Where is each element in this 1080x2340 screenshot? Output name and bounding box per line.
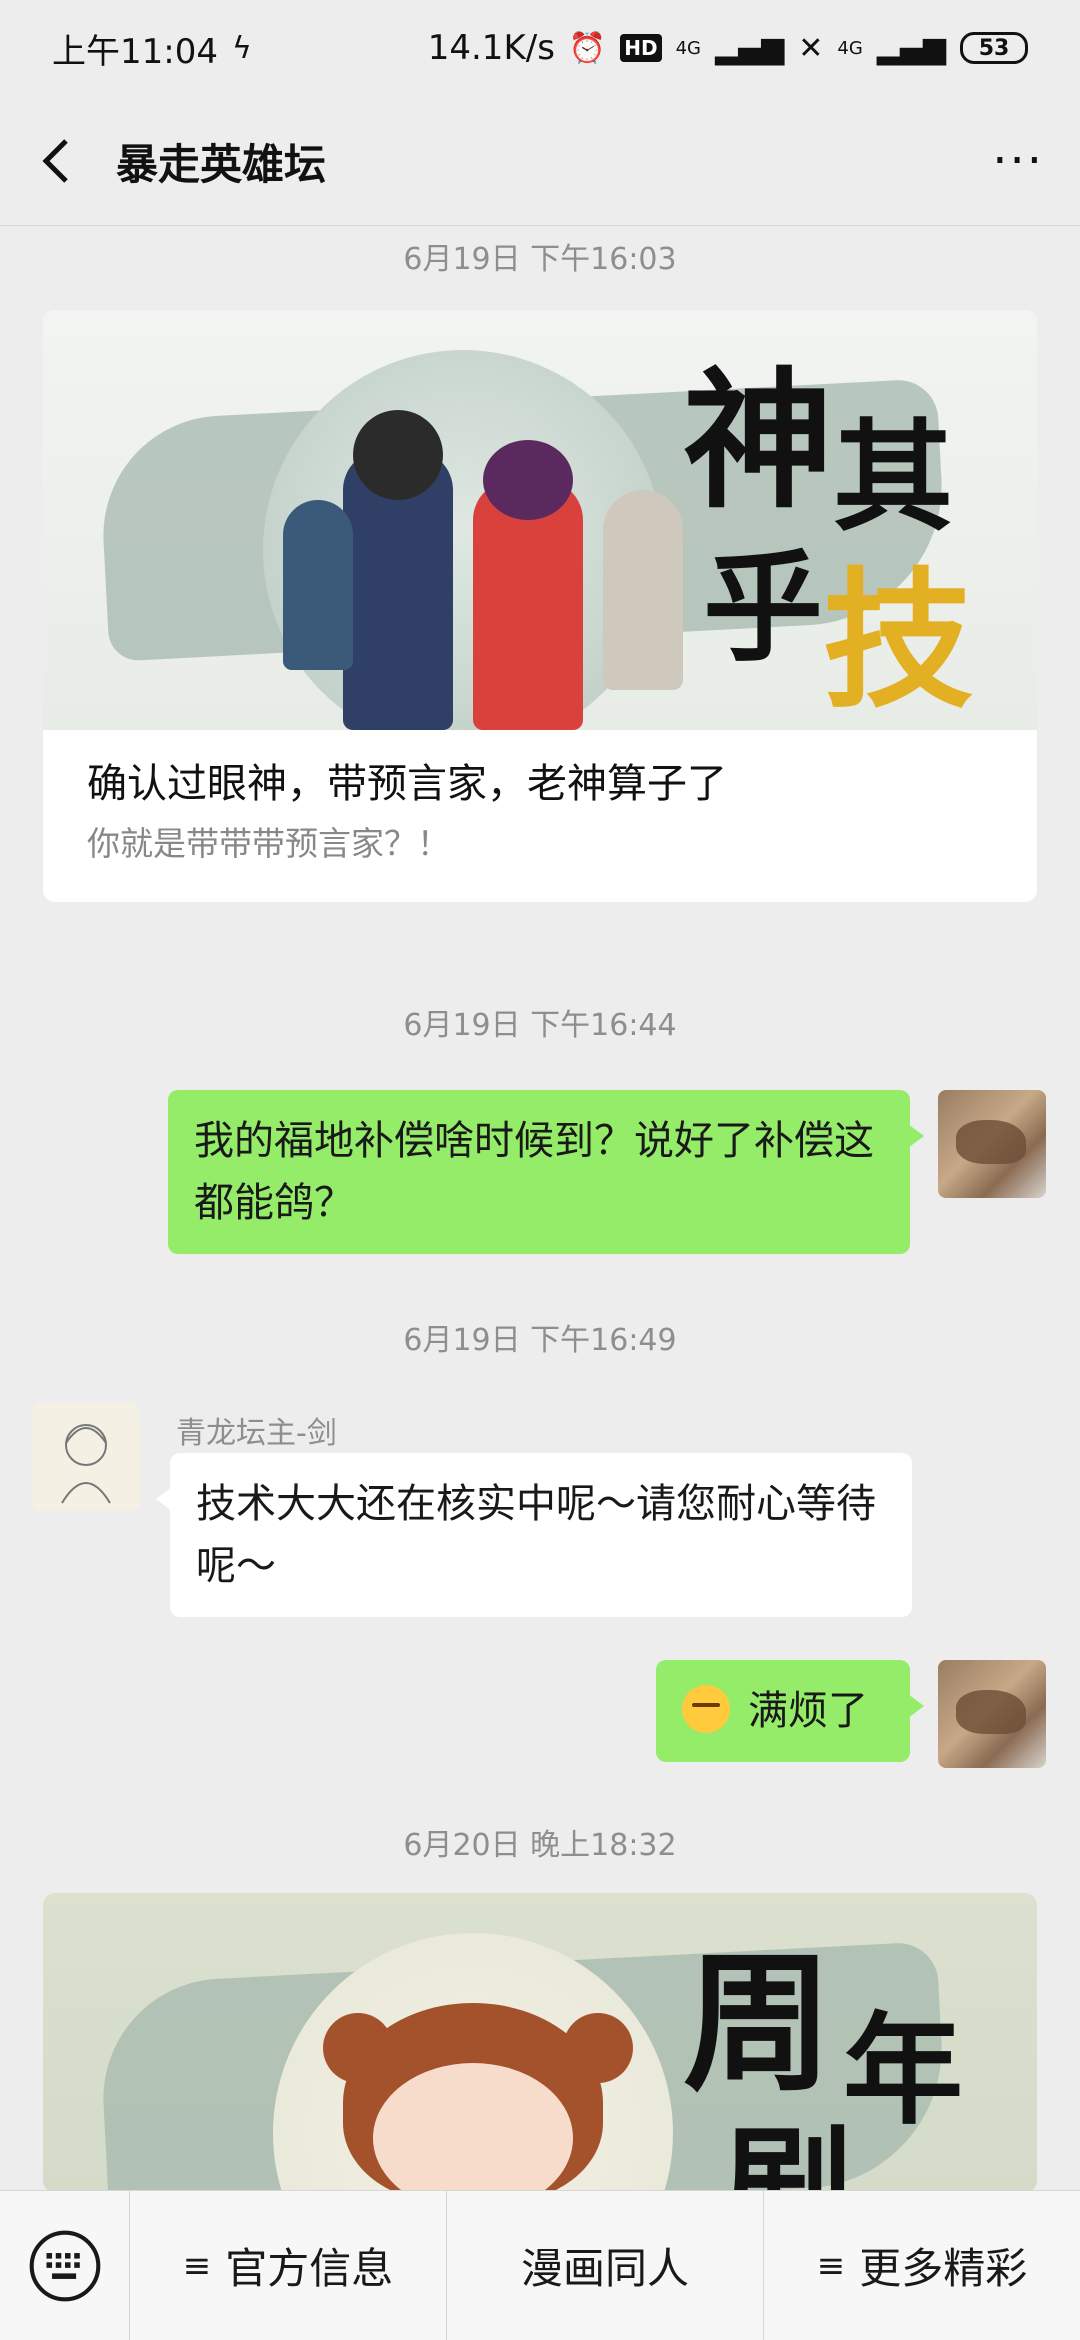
heroine-head [483,440,573,520]
clock: 上午11:04 [52,31,218,72]
article-card[interactable]: 神 其 乎 技 确认过眼神，带预言家，老神算子了 你就是带带带预言家？！ [43,310,1037,902]
menu-more[interactable]: ≡ 更多精彩 [764,2191,1080,2340]
more-dots-icon[interactable]: ··· [992,137,1044,185]
chibi-bun-left [323,2013,393,2083]
chibi-bun-right [563,2013,633,2083]
article-cover-image: 周 年 剧 [43,1893,1037,2193]
hd-badge: HD [620,34,662,62]
header-divider [0,225,1080,226]
timestamp: 6月19日 下午16:44 [403,1008,677,1043]
battery-indicator: 53 [960,32,1028,64]
message-text: 满烦了 [748,1688,868,1734]
menu-official-info[interactable]: ≡ 官方信息 [130,2190,447,2340]
no-signal-icon: ✕ [798,30,824,66]
status-left: 上午11:04 ϟ [52,24,252,73]
annoyed-face-emoji-icon [682,1685,730,1733]
side-figure [283,500,353,670]
my-avatar[interactable] [938,1090,1046,1198]
timestamp: 6月19日 下午16:03 [403,242,677,277]
charging-bolt-icon: ϟ [231,30,252,66]
menu-label: 官方信息 [225,2244,394,2293]
signal-label-1: 4G [675,37,702,59]
chat-title: 暴走英雄坛 [116,139,327,189]
keyboard-icon[interactable] [0,2190,130,2340]
my-message-bubble-emoji[interactable]: 满烦了 [656,1660,924,1762]
signal-bars-icon-2: ▂▄▆ [876,30,946,66]
my-avatar[interactable] [938,1660,1046,1768]
article-title: 确认过眼神，带预言家，老神算子了 [87,761,727,807]
my-message-bubble[interactable]: 我的福地补偿啥时候到？说好了补偿这都能鸽？ [168,1090,924,1254]
sender-avatar[interactable] [32,1403,140,1511]
calligraphy-char: 神 [683,353,834,529]
signal-label-2: 4G [837,37,863,59]
chat-header: 暴走英雄坛 ··· [0,96,1080,226]
calligraphy-char: 乎 [703,537,823,678]
network-speed: 14.1K/s [427,28,555,68]
chevron-left-icon[interactable] [36,139,76,183]
timestamp: 6月20日 晚上18:32 [403,1828,677,1863]
calligraphy-char: 年 [843,2000,963,2141]
calligraphy-char: 剧 [723,2111,854,2193]
sender-name: 青龙坛主-剑 [176,1416,337,1451]
article-card[interactable]: 周 年 剧 [43,1893,1037,2193]
article-description: 你就是带带带预言家？！ [87,824,450,863]
elder-figure [603,490,683,690]
article-cover-image: 神 其 乎 技 [43,310,1037,730]
menu-label: 漫画同人 [520,2244,689,2293]
menu-comics[interactable]: 漫画同人 [447,2190,764,2340]
other-message-bubble[interactable]: 技术大大还在核实中呢～请您耐心等待呢～ [156,1453,912,1617]
menu-label: 更多精彩 [859,2244,1028,2293]
calligraphy-char-gold: 技 [823,553,974,729]
hero-head [353,410,443,500]
alarm-icon: ⏰ [568,30,607,66]
menu-list-icon: ≡ [182,2245,212,2286]
bottom-menu-bar: ≡ 官方信息 漫画同人 ≡ 更多精彩 [0,2190,1080,2340]
status-right: 14.1K/s ⏰ HD 4G ▂▄▆ ✕ 4G ▂▄▆ 53 [428,28,1028,68]
signal-bars-icon: ▂▄▆ [715,30,785,66]
status-bar: 上午11:04 ϟ 14.1K/s ⏰ HD 4G ▂▄▆ ✕ 4G ▂▄▆ 5… [0,0,1080,96]
timestamp: 6月19日 下午16:49 [403,1323,677,1358]
menu-list-icon: ≡ [816,2245,846,2286]
